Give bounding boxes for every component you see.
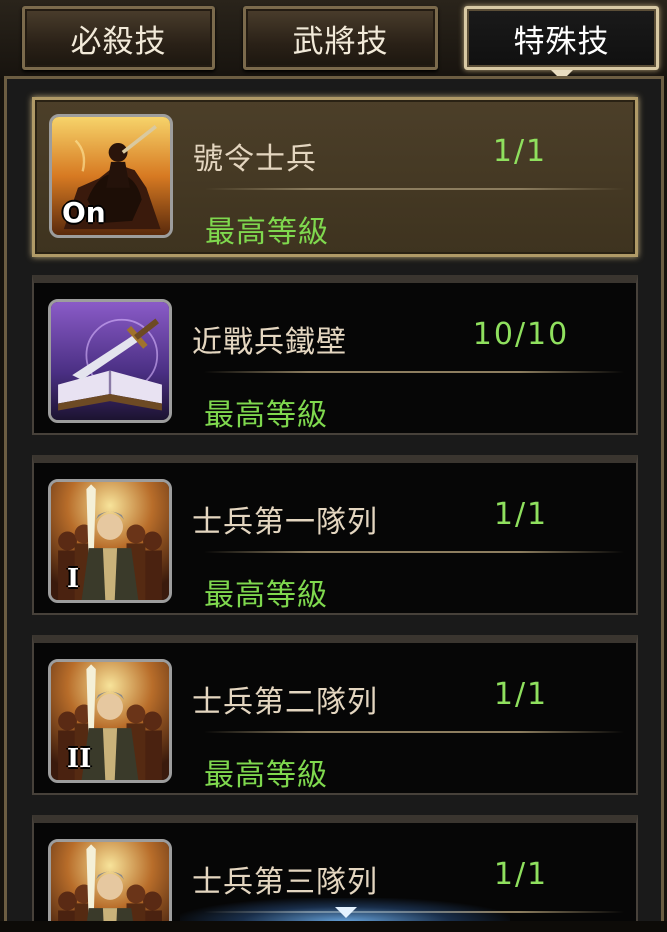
skill-status: 最高等級	[204, 758, 328, 793]
skill-name: 號令士兵	[193, 142, 317, 177]
skill-badge: I	[67, 564, 80, 594]
skill-level: 1/1	[493, 857, 549, 892]
skill-status: 最高等級	[205, 215, 329, 250]
skill-row-second-formation[interactable]: II 士兵第二隊列 1/1 最高等級	[32, 635, 638, 795]
soldier-formation-icon: II	[48, 659, 172, 783]
tab-ultimate-skill[interactable]: 必殺技	[22, 6, 215, 70]
skill-name: 士兵第一隊列	[192, 505, 378, 540]
skill-name: 士兵第三隊列	[192, 865, 378, 900]
row-divider	[204, 551, 624, 553]
skill-list-panel[interactable]: On 號令士兵 1/1 最高等級 近戰兵鐵壁 10/10 最高等級 I 士兵第一…	[4, 76, 664, 922]
skill-status: 最高等級	[204, 398, 328, 433]
skill-row-melee-iron-wall[interactable]: 近戰兵鐵壁 10/10 最高等級	[32, 275, 638, 435]
bottom-edge	[0, 921, 667, 932]
skill-row-first-formation[interactable]: I 士兵第一隊列 1/1 最高等級	[32, 455, 638, 615]
skill-level: 10/10	[472, 317, 570, 352]
skill-status: 最高等級	[204, 578, 328, 613]
soldier-formation-icon	[48, 839, 172, 922]
skill-level: 1/1	[493, 497, 549, 532]
skill-level: 1/1	[492, 134, 548, 169]
skill-name: 士兵第二隊列	[192, 685, 378, 720]
row-divider	[204, 371, 624, 373]
scroll-down-icon[interactable]	[335, 907, 357, 918]
tab-special-skill[interactable]: 特殊技	[464, 6, 659, 70]
tab-bar: 必殺技 武將技 特殊技	[0, 0, 667, 81]
mounted-general-icon: On	[49, 114, 173, 238]
skill-badge: On	[62, 196, 106, 229]
skill-name: 近戰兵鐵壁	[192, 325, 347, 360]
skill-level: 1/1	[493, 677, 549, 712]
row-divider	[205, 188, 625, 190]
row-divider	[204, 731, 624, 733]
skill-badge: II	[67, 744, 92, 774]
soldier-formation-icon: I	[48, 479, 172, 603]
skill-list: On 號令士兵 1/1 最高等級 近戰兵鐵壁 10/10 最高等級 I 士兵第一…	[7, 79, 661, 922]
skill-row-summon-soldiers[interactable]: On 號令士兵 1/1 最高等級	[32, 97, 638, 257]
tab-general-skill[interactable]: 武將技	[243, 6, 438, 70]
sword-on-book-icon	[48, 299, 172, 423]
